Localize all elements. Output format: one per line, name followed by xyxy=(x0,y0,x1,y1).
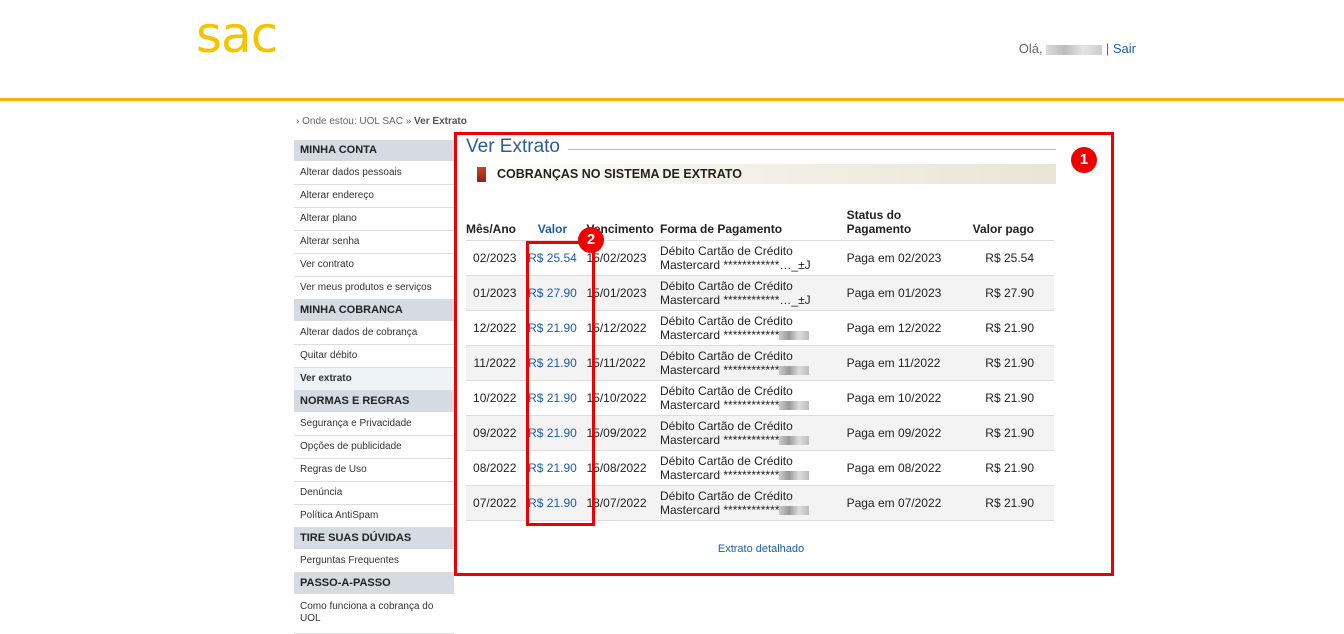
sidebar-section-minha-conta: MINHA CONTA xyxy=(294,140,454,162)
sidebar-item-perguntas-frequentes[interactable]: Perguntas Frequentes xyxy=(294,550,454,573)
breadcrumb-separator: » xyxy=(405,116,412,127)
sidebar-item-alterar-dados-cobranca[interactable]: Alterar dados de cobrança xyxy=(294,322,454,345)
greeting-separator: | xyxy=(1105,41,1110,56)
sidebar-item-alterar-dados-pessoais[interactable]: Alterar dados pessoais xyxy=(294,162,454,185)
sidebar-section-normas-regras: NORMAS E REGRAS xyxy=(294,391,454,413)
sidebar-item-regras-uso[interactable]: Regras de Uso xyxy=(294,459,454,482)
sidebar-item-ver-extrato[interactable]: Ver extrato xyxy=(294,368,454,391)
annotation-badge-1: 1 xyxy=(1071,147,1097,173)
sidebar-section-passo-a-passo: PASSO-A-PASSO xyxy=(294,573,454,595)
sidebar-menu: MINHA CONTA Alterar dados pessoais Alter… xyxy=(294,140,454,634)
header: sac Olá, | Sair xyxy=(0,0,1344,101)
sac-logo[interactable]: sac xyxy=(196,6,278,64)
sidebar-item-como-funciona[interactable]: Como funciona a cobrança do UOL xyxy=(294,595,454,634)
logout-link[interactable]: Sair xyxy=(1113,41,1136,56)
sidebar-item-alterar-senha[interactable]: Alterar senha xyxy=(294,231,454,254)
annotation-box-2 xyxy=(526,241,595,526)
sidebar-item-ver-produtos[interactable]: Ver meus produtos e serviços xyxy=(294,277,454,300)
sidebar-item-alterar-plano[interactable]: Alterar plano xyxy=(294,208,454,231)
breadcrumb-current: Ver Extrato xyxy=(414,116,467,127)
sidebar-item-quitar-debito[interactable]: Quitar débito xyxy=(294,345,454,368)
annotation-badge-2: 2 xyxy=(578,227,604,253)
user-greeting: Olá, | Sair xyxy=(1019,41,1136,56)
sidebar-section-duvidas: TIRE SUAS DÚVIDAS xyxy=(294,528,454,550)
sidebar-item-alterar-endereco[interactable]: Alterar endereço xyxy=(294,185,454,208)
sidebar-item-seguranca-privacidade[interactable]: Segurança e Privacidade xyxy=(294,413,454,436)
username-redacted xyxy=(1046,44,1103,55)
sidebar-item-politica-antispam[interactable]: Política AntiSpam xyxy=(294,505,454,528)
breadcrumb: › Onde estou: UOL SAC » Ver Extrato xyxy=(296,116,467,127)
breadcrumb-arrow-icon: › xyxy=(296,116,300,127)
greeting-text: Olá, xyxy=(1018,41,1043,56)
breadcrumb-prefix: Onde estou: xyxy=(302,116,357,127)
breadcrumb-home[interactable]: UOL SAC xyxy=(359,116,403,127)
sidebar-item-denuncia[interactable]: Denúncia xyxy=(294,482,454,505)
sidebar-item-opcoes-publicidade[interactable]: Opções de publicidade xyxy=(294,436,454,459)
sidebar-item-ver-contrato[interactable]: Ver contrato xyxy=(294,254,454,277)
sidebar-section-minha-cobranca: MINHA COBRANCA xyxy=(294,300,454,322)
